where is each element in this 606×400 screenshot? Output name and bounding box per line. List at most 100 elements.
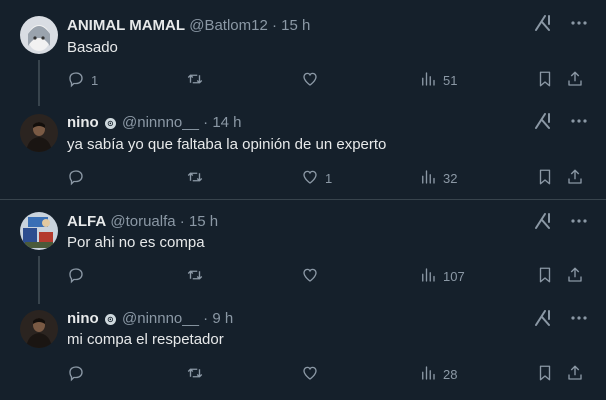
reply-button[interactable]	[67, 167, 91, 189]
like-icon	[301, 266, 319, 287]
grok-icon[interactable]	[532, 110, 554, 132]
share-icon	[566, 70, 584, 91]
separator: ·	[203, 310, 209, 327]
retweet-button[interactable]	[186, 167, 210, 189]
like-count: 1	[325, 170, 333, 186]
like-button[interactable]	[301, 265, 325, 287]
views-button[interactable]: 51	[419, 69, 457, 91]
views-count: 51	[443, 72, 458, 88]
grok-icon[interactable]	[532, 307, 554, 329]
tweet-header: nino ⊙ @ninnno__ · 14 h	[67, 113, 242, 133]
affiliate-badge-icon: ⊙	[104, 118, 116, 129]
tweet-header: ALFA @torualfa · 15 h	[67, 212, 218, 232]
retweet-button[interactable]	[186, 69, 210, 91]
retweet-button[interactable]	[186, 363, 210, 385]
tweet-actions: 107	[0, 265, 606, 287]
views-count: 28	[443, 366, 458, 382]
handle[interactable]: @torualfa	[110, 213, 175, 230]
retweet-icon	[186, 364, 204, 385]
tweet-2[interactable]: nino ⊙ @ninnno__ · 14 h ya sabía yo que …	[0, 112, 606, 198]
avatar[interactable]	[20, 310, 58, 348]
reply-icon	[67, 168, 85, 189]
bookmark-icon	[536, 364, 554, 385]
views-icon	[419, 70, 437, 91]
like-button[interactable]: 1	[301, 167, 332, 189]
like-button[interactable]	[301, 69, 325, 91]
reply-icon	[67, 266, 85, 287]
handle[interactable]: @ninnno__	[122, 114, 199, 131]
like-icon	[301, 168, 319, 189]
views-button[interactable]: 32	[419, 167, 457, 189]
share-button[interactable]	[566, 167, 584, 189]
retweet-icon	[186, 266, 204, 287]
grok-icon[interactable]	[532, 210, 554, 232]
reply-button[interactable]: 1	[67, 69, 98, 91]
divider	[0, 199, 606, 200]
separator: ·	[203, 114, 209, 131]
avatar[interactable]	[20, 114, 58, 152]
tweet-top-icons	[530, 307, 590, 329]
timestamp[interactable]: 14 h	[212, 114, 241, 131]
views-button[interactable]: 28	[419, 363, 457, 385]
views-count: 107	[443, 268, 465, 284]
views-button[interactable]: 107	[419, 265, 465, 287]
views-icon	[419, 364, 437, 385]
tweet-text: ya sabía yo que faltaba la opinión de un…	[67, 136, 387, 153]
more-icon[interactable]	[568, 210, 590, 232]
more-icon[interactable]	[568, 110, 590, 132]
affiliate-badge-icon: ⊙	[104, 314, 116, 325]
handle[interactable]: @ninnno__	[122, 310, 199, 327]
tweet-top-icons	[530, 210, 590, 232]
views-count: 32	[443, 170, 458, 186]
tweet-actions: 28	[0, 363, 606, 385]
share-button[interactable]	[566, 69, 584, 91]
bookmark-button[interactable]	[536, 69, 554, 91]
display-name[interactable]: ALFA	[67, 213, 106, 230]
retweet-icon	[186, 168, 204, 189]
bookmark-button[interactable]	[536, 363, 554, 385]
tweet-3[interactable]: ALFA @torualfa · 15 h Por ahi no es comp…	[0, 210, 606, 304]
timestamp[interactable]: 15 h	[281, 17, 310, 34]
tweet-actions: 1 32	[0, 167, 606, 189]
display-name[interactable]: nino	[67, 310, 99, 327]
tweet-text: Por ahi no es compa	[67, 234, 205, 251]
reply-button[interactable]	[67, 265, 91, 287]
tweet-actions: 1 51	[0, 69, 606, 91]
bookmark-button[interactable]	[536, 265, 554, 287]
retweet-icon	[186, 70, 204, 91]
share-icon	[566, 364, 584, 385]
display-name[interactable]: ANIMAL MAMAL	[67, 17, 185, 34]
timestamp[interactable]: 15 h	[189, 213, 218, 230]
tweet-text: mi compa el respetador	[67, 331, 224, 348]
share-button[interactable]	[566, 265, 584, 287]
tweet-top-icons	[530, 110, 590, 132]
share-button[interactable]	[566, 363, 584, 385]
views-icon	[419, 266, 437, 287]
tweet-4[interactable]: nino ⊙ @ninnno__ · 9 h mi compa el respe…	[0, 309, 606, 397]
bookmark-icon	[536, 266, 554, 287]
share-icon	[566, 168, 584, 189]
retweet-button[interactable]	[186, 265, 210, 287]
tweet-text: Basado	[67, 39, 118, 56]
reply-button[interactable]	[67, 363, 91, 385]
views-icon	[419, 168, 437, 189]
bookmark-button[interactable]	[536, 167, 554, 189]
reply-icon	[67, 364, 85, 385]
avatar[interactable]	[20, 212, 58, 250]
more-icon[interactable]	[568, 12, 590, 34]
tweet-header: nino ⊙ @ninnno__ · 9 h	[67, 309, 233, 329]
avatar[interactable]	[20, 16, 58, 54]
display-name[interactable]: nino	[67, 114, 99, 131]
grok-icon[interactable]	[532, 12, 554, 34]
tweet-1[interactable]: ANIMAL MAMAL @Batlom12 · 15 h Basado 1 5…	[0, 12, 606, 106]
like-icon	[301, 364, 319, 385]
handle[interactable]: @Batlom12	[189, 17, 268, 34]
like-button[interactable]	[301, 363, 325, 385]
reply-count: 1	[91, 72, 99, 88]
share-icon	[566, 266, 584, 287]
reply-icon	[67, 70, 85, 91]
tweet-header: ANIMAL MAMAL @Batlom12 · 15 h	[67, 16, 310, 36]
bookmark-icon	[536, 168, 554, 189]
more-icon[interactable]	[568, 307, 590, 329]
timestamp[interactable]: 9 h	[212, 310, 233, 327]
